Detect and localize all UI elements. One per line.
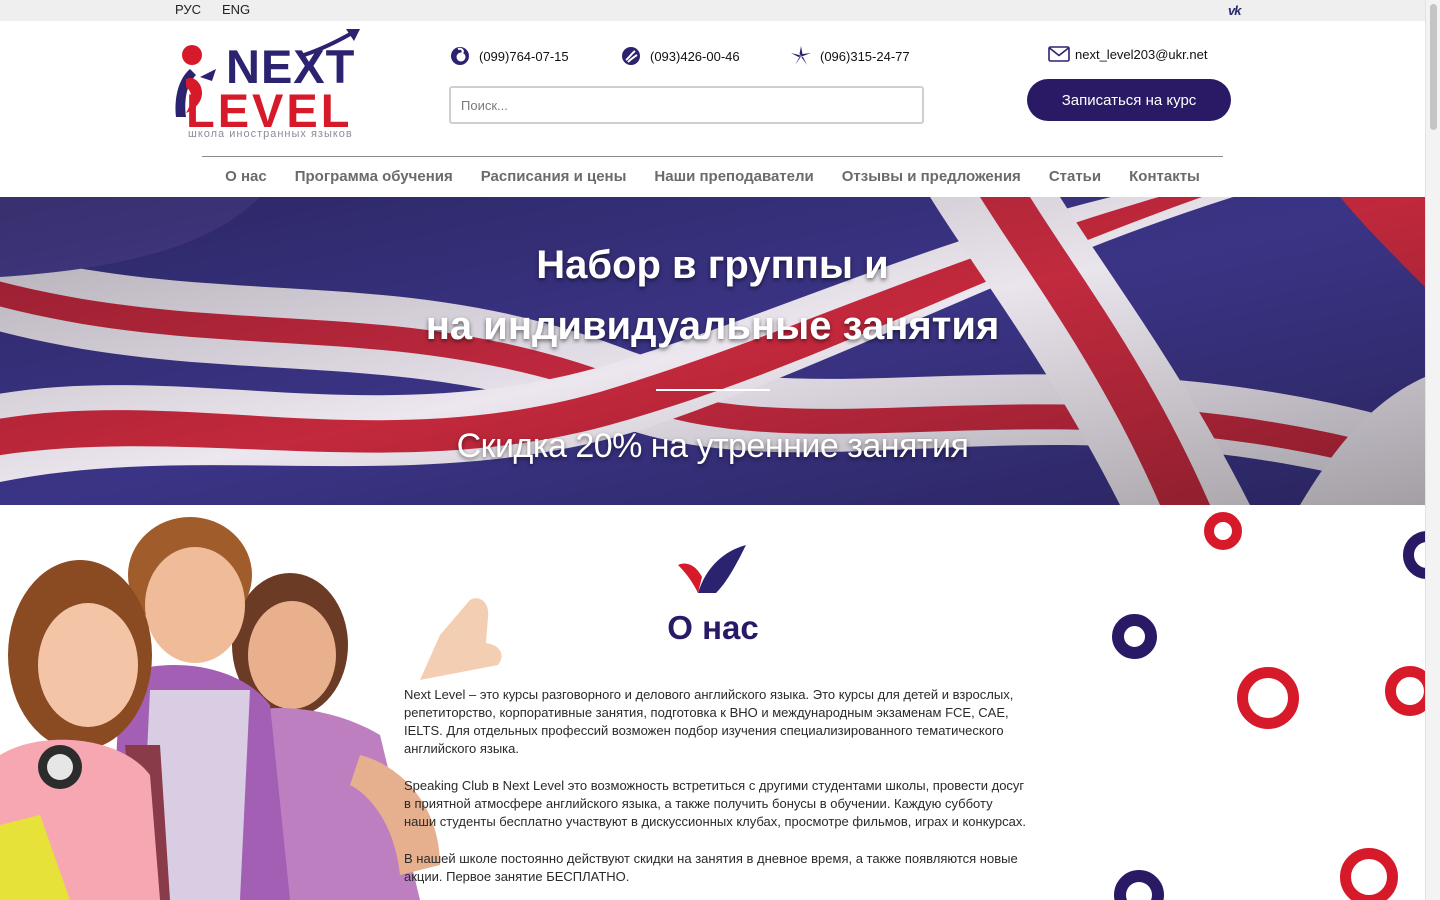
nav-item-about[interactable]: О нас xyxy=(225,168,267,185)
nav-item-contacts[interactable]: Контакты xyxy=(1129,168,1200,185)
logo-text-level: LEVEL xyxy=(186,84,353,137)
check-mark-icon xyxy=(678,545,746,593)
decorative-ring-red xyxy=(1340,848,1398,900)
email-address: next_level203@ukr.net xyxy=(1075,46,1208,62)
logo-tagline: школа иностранных языков xyxy=(188,128,353,140)
phone-lifecell[interactable]: (093)426-00-46 xyxy=(620,46,740,66)
page-scrollbar[interactable] xyxy=(1425,0,1440,900)
language-en-link[interactable]: ENG xyxy=(222,2,250,17)
email-link[interactable]: next_level203@ukr.net xyxy=(1048,46,1207,62)
decorative-ring-navy xyxy=(1403,531,1425,579)
nav-divider xyxy=(202,156,1223,157)
hero-title-line2: на индивидуальные занятия xyxy=(425,304,1000,348)
search-input[interactable] xyxy=(451,88,922,122)
nav-item-articles[interactable]: Статьи xyxy=(1049,168,1101,185)
about-paragraph: Speaking Club в Next Level это возможнос… xyxy=(404,778,1026,829)
vodafone-icon xyxy=(449,46,471,66)
hero-subtitle: Скидка 20% на утренние занятия xyxy=(456,427,969,465)
about-title: О нас xyxy=(667,609,759,646)
hero-divider xyxy=(656,389,770,391)
top-bar: РУС ENG vk xyxy=(0,0,1425,21)
decorative-ring-red xyxy=(1204,512,1242,550)
decorative-ring-navy xyxy=(1112,614,1157,659)
phone-kyivstar[interactable]: (096)315-24-77 xyxy=(790,46,910,66)
phone-vodafone[interactable]: (099)764-07-15 xyxy=(449,46,569,66)
decorative-ring-navy xyxy=(1114,870,1164,900)
nav-item-program[interactable]: Программа обучения xyxy=(295,168,453,185)
envelope-icon xyxy=(1048,46,1070,62)
language-ru-link[interactable]: РУС xyxy=(175,2,201,17)
vk-icon[interactable]: vk xyxy=(1228,3,1242,18)
hero-banner: Набор в группы и на индивидуальные занят… xyxy=(0,197,1425,505)
logo-text-next: NEXT xyxy=(226,40,356,93)
hero-title-line1: Набор в группы и xyxy=(536,243,889,287)
scrollbar-thumb[interactable] xyxy=(1430,4,1437,130)
page: РУС ENG vk NEXT LEVEL школа иностранных … xyxy=(0,0,1425,900)
kyivstar-icon xyxy=(790,46,812,66)
phone-number: (099)764-07-15 xyxy=(479,48,569,64)
enroll-course-button[interactable]: Записаться на курс xyxy=(1027,79,1231,121)
nav-item-reviews[interactable]: Отзывы и предложения xyxy=(842,168,1021,185)
nav-item-teachers[interactable]: Наши преподаватели xyxy=(654,168,813,185)
nav-item-schedule-prices[interactable]: Расписания и цены xyxy=(481,168,627,185)
about-paragraph: В нашей школе постоянно действуют скидки… xyxy=(404,851,1018,884)
about-paragraph: Next Level – это курсы разговорного и де… xyxy=(404,687,1014,756)
phone-number: (096)315-24-77 xyxy=(820,48,910,64)
about-text: Next Level – это курсы разговорного и де… xyxy=(404,686,1026,900)
phone-number: (093)426-00-46 xyxy=(650,48,740,64)
main-nav: О нас Программа обучения Расписания и це… xyxy=(202,168,1223,185)
search-box xyxy=(449,86,924,124)
decorative-ring-red xyxy=(1237,667,1299,729)
site-logo[interactable]: NEXT LEVEL школа иностранных языков xyxy=(170,27,370,145)
decorative-ring-red xyxy=(1385,666,1425,716)
lifecell-icon xyxy=(620,46,642,66)
